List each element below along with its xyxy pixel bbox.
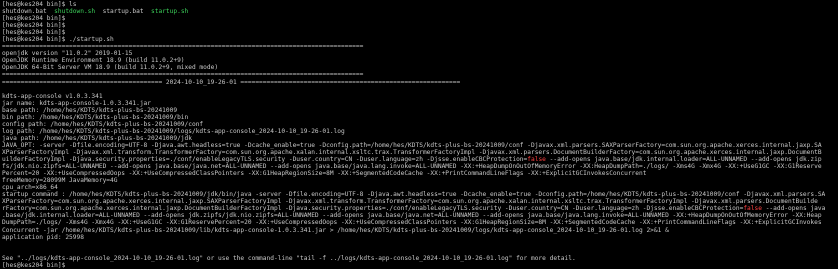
terminal-text: freeMemory=28099M JavaMemory=4G [2,177,118,185]
terminal-text: OpenJDK Runtime Environment 18.9 (build … [2,57,185,65]
terminal-line: fs/jdk.nio.zipfs=ALL-UNNAMED --add-opens… [2,163,838,170]
terminal-line: [hes@kes204 bin]$ [2,22,838,29]
terminal-line: [hes@kes204 bin]$ ./startup.sh [2,36,838,43]
terminal-text: ========================================… [2,78,461,86]
terminal-line: log path: /home/hes/KDTS/kdts-plus-bs-20… [2,128,838,135]
terminal-line: DumpPath=./logs/ -Xms4G -Xmx4G -XX:+UseG… [2,219,838,226]
terminal-line: See "../logs/kdts-app-console_2024-10-10… [2,255,838,262]
terminal-line: uilderFactoryImpl -Djava.security.proper… [2,156,838,163]
terminal-line: base path: /home/hes/KDTS/kdts-plus-bs-2… [2,107,838,114]
keyword-text: false [527,156,546,164]
terminal-text: .base/jdk.internal.loader=ALL-UNNAMED --… [2,212,822,220]
terminal-text: ========================================… [2,43,364,51]
terminal-line: rFactory=com.sun.org.apache.xerces.inter… [2,205,838,212]
terminal-line: OpenJDK Runtime Environment 18.9 (build … [2,57,838,64]
terminal-text: Percent=20 -XX:+UseCompressedOops -XX:+U… [2,170,647,178]
terminal-line: application pid: 25998 [2,234,838,241]
terminal-text: jar name: kdts-app-console-1.0.3.341.jar [2,99,152,107]
terminal-line: XParserFactoryImpl -Djavax.xml.transform… [2,149,838,156]
terminal-text: [hes@kes204 bin]$ [2,29,66,37]
terminal-text: startup.bat [95,8,152,16]
terminal-line: [hes@kes204 bin]$ [2,29,838,36]
terminal-text: DumpPath=./logs/ -Xms4G -Xmx4G -XX:+UseG… [2,219,822,227]
terminal-line: Concurrent -jar /home/hes/KDTS/kdts-plus… [2,227,838,234]
terminal-text: application pid: 25998 [2,233,84,241]
terminal-line: [hes@kes204 bin]$ [2,15,838,22]
terminal-text: rFactory=com.sun.org.apache.xerces.inter… [2,205,744,213]
terminal-line: Percent=20 -XX:+UseCompressedOops -XX:+U… [2,170,838,177]
terminal-line: ========================================… [2,79,838,86]
terminal-text: --add-opens java [761,205,826,213]
terminal-text: fs/jdk.nio.zipfs=ALL-UNNAMED --add-opens… [2,163,822,171]
terminal-line: OpenJDK 64-Bit Server VM 18.9 (build 11.… [2,64,838,71]
terminal-line: ========================================… [2,43,838,50]
terminal-line: freeMemory=28099M JavaMemory=4G [2,177,838,184]
terminal-text: [hes@kes204 bin]$ ls [2,1,77,8]
terminal-text: shutdown.bat [2,8,55,16]
terminal-text: ========================================… [2,71,364,79]
terminal-line: XParserFactory=com.sun.org.apache.xerces… [2,198,838,205]
terminal-line: jar name: kdts-app-console-1.0.3.341.jar [2,100,838,107]
terminal-text: [hes@kes204 bin]$ ./startup.sh [2,36,114,44]
terminal-text: --add-opens java.base/jdk.internal.loade… [545,156,822,164]
terminal-text: See "../logs/kdts-app-console_2024-10-10… [2,254,576,262]
terminal-line: [hes@kes204 bin]$ ls [2,1,838,8]
terminal-text: XParserFactory=com.sun.org.apache.xerces… [2,198,818,206]
terminal-text: base path: /home/hes/KDTS/kdts-plus-bs-2… [2,106,178,114]
terminal-line: startup command : /home/hes/KDTS/kdts-pl… [2,191,838,198]
script-file-name: startup.sh [151,8,189,16]
terminal-line: JAVA_OPT: -server -Dfile.encoding=UTF-8 … [2,142,838,149]
terminal-text: [hes@kes204 bin]$ [2,261,70,269]
terminal-text: uilderFactoryImpl -Djava.security.proper… [2,156,528,164]
terminal-line: kdts-app-console v1.0.3.341 [2,93,838,100]
terminal-line: ========================================… [2,71,838,78]
terminal-line: .base/jdk.internal.loader=ALL-UNNAMED --… [2,212,838,219]
terminal-text: bin path: /home/hes/KDTS/kdts-plus-bs-20… [2,113,189,121]
terminal-text: Concurrent -jar /home/hes/KDTS/kdts-plus… [2,226,669,234]
terminal-text: openjdk version "11.0.2" 2019-01-15 [2,50,133,58]
terminal-window[interactable]: [hes@kes204 bin]$ ls shutdown.bat shutdow… [0,0,838,269]
terminal-text: startup command : /home/hes/KDTS/kdts-pl… [2,191,826,199]
terminal-text: log path: /home/hes/KDTS/kdts-plus-bs-20… [2,127,345,135]
terminal-text: cpu_arch=x86_64 [2,184,58,192]
terminal-text: java path: /home/hes/KDTS/kdts-plus-bs-2… [2,134,192,142]
terminal-text: config path: /home/hes/KDTS/kdts-plus-bs… [2,120,204,128]
terminal-line: [hes@kes204 bin]$ [2,262,838,269]
terminal-text: [hes@kes204 bin]$ [2,15,66,23]
terminal-line: openjdk version "11.0.2" 2019-01-15 [2,50,838,57]
terminal-text: JAVA_OPT: -server -Dfile.encoding=UTF-8 … [2,141,822,149]
terminal-line: config path: /home/hes/KDTS/kdts-plus-bs… [2,121,838,128]
terminal-line: shutdown.bat shutdown.sh startup.bat sta… [2,8,838,15]
terminal-line: java path: /home/hes/KDTS/kdts-plus-bs-2… [2,135,838,142]
terminal-text: [hes@kes204 bin]$ [2,22,66,30]
keyword-text: false [743,205,762,213]
terminal-line: bin path: /home/hes/KDTS/kdts-plus-bs-20… [2,114,838,121]
terminal-text: kdts-app-console v1.0.3.341 [2,92,103,100]
terminal-text: OpenJDK 64-Bit Server VM 18.9 (build 11.… [2,64,219,72]
terminal-line: cpu_arch=x86_64 [2,184,838,191]
terminal-text: XParserFactoryImpl -Djavax.xml.transform… [2,148,822,156]
script-file-name: shutdown.sh [54,8,96,16]
